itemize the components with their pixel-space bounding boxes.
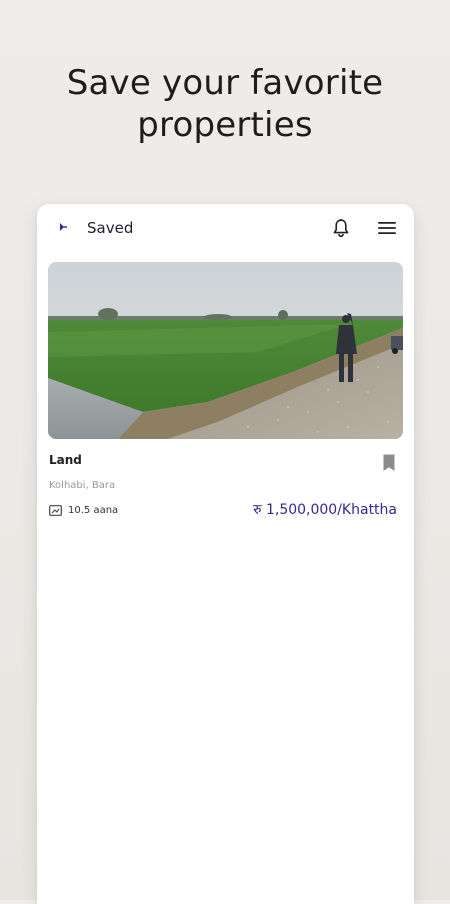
phone-screen: Saved Land Kolhabi, Bara 10.5 aana रु 1,… <box>37 204 414 904</box>
property-title: Land <box>49 453 82 467</box>
menu-button[interactable] <box>375 216 399 240</box>
card-title-row: Land <box>48 451 403 481</box>
area-value: 10.5 aana <box>68 504 119 516</box>
promo-headline-line2: properties <box>137 105 313 145</box>
property-area: 10.5 aana <box>49 503 118 517</box>
promo-headline: Save your favorite properties <box>0 62 450 146</box>
property-card[interactable]: Land <box>48 262 403 481</box>
property-price: रु 1,500,000/Khattha <box>253 502 397 518</box>
bookmark-icon <box>383 454 395 471</box>
bell-icon <box>333 218 349 238</box>
page-title: Saved <box>87 219 134 237</box>
property-photo <box>48 262 403 439</box>
promo-headline-line1: Save your favorite <box>66 63 384 103</box>
app-logo-icon <box>56 220 70 234</box>
property-location: Kolhabi, Bara <box>49 480 116 491</box>
app-bar: Saved <box>37 204 414 252</box>
notification-button[interactable] <box>329 216 353 240</box>
area-icon <box>49 504 62 516</box>
hamburger-menu-icon <box>378 222 396 234</box>
bookmark-button[interactable] <box>381 453 397 473</box>
